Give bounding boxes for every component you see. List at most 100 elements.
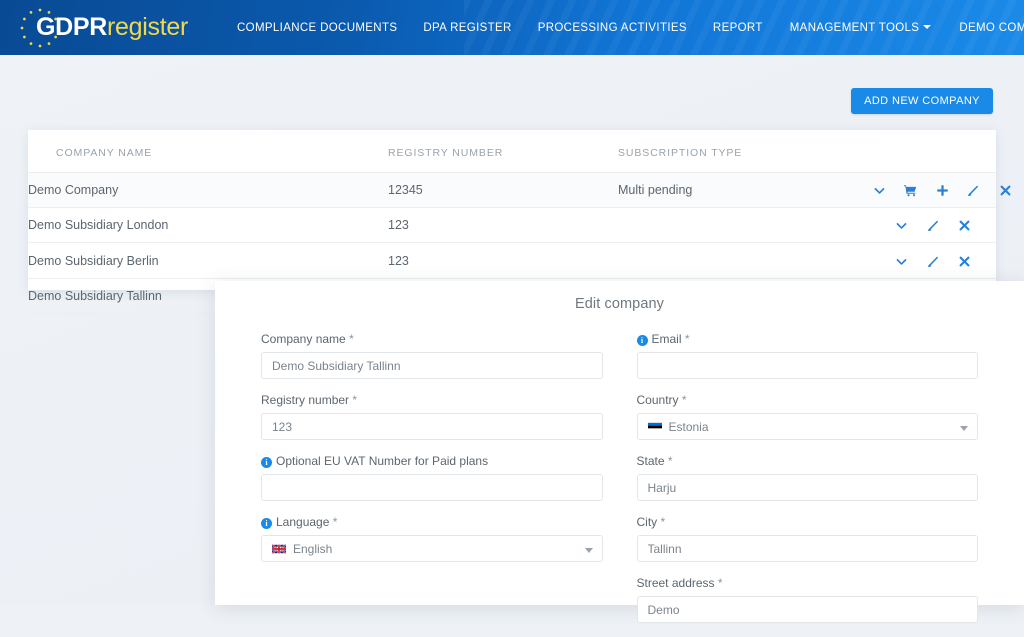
city-field[interactable] <box>637 535 979 562</box>
table-row[interactable]: Demo Subsidiary London 123 <box>28 208 996 243</box>
logo-text-secondary: register <box>107 13 188 41</box>
cell-registry-number: 12345 <box>388 173 618 208</box>
pencil-icon[interactable] <box>967 184 980 197</box>
cell-registry-number: 123 <box>388 208 618 243</box>
modal-title: Edit company <box>215 281 1024 312</box>
label-language: i Language * <box>261 515 603 529</box>
col-company-name: COMPANY NAME <box>28 130 388 173</box>
field-street-address: Street address * <box>637 576 979 623</box>
plus-icon[interactable] <box>936 184 949 197</box>
label-country-text: Country <box>637 393 679 407</box>
field-registry-number: Registry number * <box>261 393 603 440</box>
app-logo[interactable]: GDPRregister <box>22 0 188 55</box>
cell-subscription-type <box>618 208 858 243</box>
nav-report[interactable]: REPORT <box>700 22 776 34</box>
label-eu-vat-number: i Optional EU VAT Number for Paid plans <box>261 454 603 468</box>
companies-table-card: COMPANY NAME REGISTRY NUMBER SUBSCRIPTIO… <box>28 130 996 290</box>
country-select[interactable]: Estonia <box>637 413 979 440</box>
nav-processing-activities[interactable]: PROCESSING ACTIVITIES <box>525 22 700 34</box>
label-state-text: State <box>637 454 665 468</box>
col-actions <box>858 130 996 173</box>
col-registry-number: REGISTRY NUMBER <box>388 130 618 173</box>
nav-demo-company-label: DEMO COMPANY <box>959 22 1024 34</box>
required-marker: * <box>718 576 723 590</box>
cell-actions <box>858 243 996 278</box>
cell-company-name: Demo Company <box>28 173 388 208</box>
estonia-flag-icon <box>648 422 662 432</box>
info-icon[interactable]: i <box>261 457 272 468</box>
pencil-icon[interactable] <box>927 219 940 232</box>
nav-compliance-documents[interactable]: COMPLIANCE DOCUMENTS <box>224 22 410 34</box>
logo-text-primary: GDPR <box>36 13 107 41</box>
uk-flag-icon <box>272 544 286 554</box>
required-marker: * <box>349 332 354 346</box>
required-marker: * <box>685 332 690 346</box>
label-registry-number: Registry number * <box>261 393 603 407</box>
table-header: COMPANY NAME REGISTRY NUMBER SUBSCRIPTIO… <box>28 130 996 173</box>
field-country: Country * Estonia <box>637 393 979 440</box>
street-address-field[interactable] <box>637 596 979 623</box>
close-icon[interactable] <box>999 184 1012 197</box>
field-email: i Email * <box>637 332 979 379</box>
cart-icon[interactable] <box>904 184 917 197</box>
cell-company-name: Demo Subsidiary London <box>28 208 388 243</box>
info-icon[interactable]: i <box>261 518 272 529</box>
close-icon[interactable] <box>958 219 971 232</box>
label-city: City * <box>637 515 979 529</box>
field-eu-vat-number: i Optional EU VAT Number for Paid plans <box>261 454 603 501</box>
state-field[interactable] <box>637 474 979 501</box>
table-row[interactable]: Demo Company 12345 Multi pending <box>28 173 996 208</box>
required-marker: * <box>668 454 673 468</box>
label-registry-number-text: Registry number <box>261 393 349 407</box>
cell-subscription-type <box>618 243 858 278</box>
nav-management-tools[interactable]: MANAGEMENT TOOLS <box>776 22 946 34</box>
cell-registry-number: 123 <box>388 243 618 278</box>
label-street-address-text: Street address <box>637 576 715 590</box>
close-icon[interactable] <box>958 255 971 268</box>
label-state: State * <box>637 454 979 468</box>
label-city-text: City <box>637 515 658 529</box>
label-email: i Email * <box>637 332 979 346</box>
primary-nav: COMPLIANCE DOCUMENTS DPA REGISTER PROCES… <box>224 22 776 34</box>
language-select[interactable]: English <box>261 535 603 562</box>
required-marker: * <box>661 515 666 529</box>
field-state: State * <box>637 454 979 501</box>
nav-management-tools-label: MANAGEMENT TOOLS <box>790 22 920 34</box>
edit-company-modal: Edit company Company name * Registry num… <box>215 281 1024 605</box>
label-eu-vat-number-text: Optional EU VAT Number for Paid plans <box>276 454 488 468</box>
country-select-value: Estonia <box>669 420 709 434</box>
chevron-down-icon[interactable] <box>895 219 908 232</box>
top-navigation-bar: GDPRregister COMPLIANCE DOCUMENTS DPA RE… <box>0 0 1024 55</box>
chevron-down-icon[interactable] <box>895 255 908 268</box>
email-field[interactable] <box>637 352 979 379</box>
modal-left-column: Company name * Registry number * i Option… <box>261 332 620 637</box>
label-email-text: Email <box>652 332 682 346</box>
chevron-down-icon <box>960 426 968 431</box>
secondary-nav: MANAGEMENT TOOLS DEMO COMPANY DEMO USER <box>776 22 1024 34</box>
label-country: Country * <box>637 393 979 407</box>
required-marker: * <box>333 515 338 529</box>
field-company-name: Company name * <box>261 332 603 379</box>
label-company-name: Company name * <box>261 332 603 346</box>
eu-vat-number-field[interactable] <box>261 474 603 501</box>
field-language: i Language * English <box>261 515 603 562</box>
cell-actions <box>858 208 996 243</box>
company-name-field[interactable] <box>261 352 603 379</box>
pencil-icon[interactable] <box>927 255 940 268</box>
chevron-down-icon <box>923 25 931 29</box>
add-new-company-button[interactable]: ADD NEW COMPANY <box>851 88 993 114</box>
registry-number-field[interactable] <box>261 413 603 440</box>
table-row[interactable]: Demo Subsidiary Berlin 123 <box>28 243 996 278</box>
label-company-name-text: Company name <box>261 332 346 346</box>
field-city: City * <box>637 515 979 562</box>
info-icon[interactable]: i <box>637 335 648 346</box>
nav-demo-company[interactable]: DEMO COMPANY <box>945 22 1024 34</box>
table-header-row: COMPANY NAME REGISTRY NUMBER SUBSCRIPTIO… <box>28 130 996 173</box>
cell-subscription-type: Multi pending <box>618 173 858 208</box>
label-street-address: Street address * <box>637 576 979 590</box>
label-language-text: Language <box>276 515 329 529</box>
nav-dpa-register[interactable]: DPA REGISTER <box>410 22 524 34</box>
required-marker: * <box>682 393 687 407</box>
chevron-down-icon[interactable] <box>873 184 886 197</box>
modal-right-column: i Email * Country * Estonia State * <box>620 332 979 637</box>
